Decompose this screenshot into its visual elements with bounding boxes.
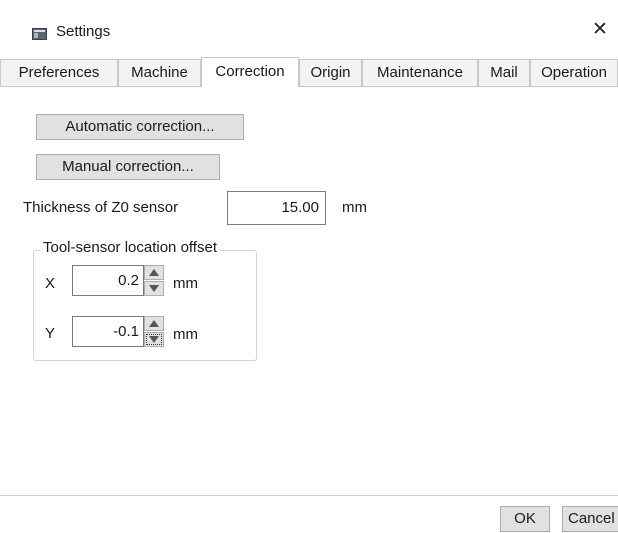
x-increment-button[interactable] [144, 265, 164, 280]
tab-mail[interactable]: Mail [478, 59, 530, 86]
tab-origin[interactable]: Origin [299, 59, 362, 86]
tab-machine[interactable]: Machine [118, 59, 201, 86]
y-increment-button[interactable] [144, 316, 164, 331]
x-offset-spinner [144, 265, 164, 296]
x-offset-field[interactable]: 0.2 [72, 265, 144, 296]
manual-correction-button[interactable]: Manual correction... [36, 154, 220, 180]
arrow-down-icon [149, 285, 159, 292]
close-icon[interactable]: ✕ [592, 15, 618, 45]
y-unit: mm [173, 326, 198, 343]
arrow-up-icon [149, 320, 159, 327]
ok-button[interactable]: OK [500, 506, 550, 532]
settings-window-icon [32, 28, 47, 40]
tab-maintenance[interactable]: Maintenance [362, 59, 478, 86]
x-unit: mm [173, 275, 198, 292]
window-title: Settings [56, 23, 111, 40]
thickness-unit: mm [342, 199, 367, 216]
tab-pane-border [0, 86, 618, 87]
thickness-label: Thickness of Z0 sensor [23, 199, 179, 216]
title-bar: Settings ✕ [0, 0, 618, 52]
arrow-up-icon [149, 269, 159, 276]
footer-divider [0, 495, 618, 496]
settings-dialog: Settings ✕ Preferences Machine Correctio… [0, 0, 618, 533]
tab-preferences[interactable]: Preferences [0, 59, 118, 86]
tab-correction[interactable]: Correction [201, 57, 299, 87]
arrow-down-icon [149, 336, 159, 343]
offset-group-title: Tool-sensor location offset [40, 239, 220, 256]
cancel-button[interactable]: Cancel [562, 506, 618, 532]
x-label: X [45, 275, 56, 292]
tab-operation[interactable]: Operation [530, 59, 618, 86]
y-offset-spinner [144, 316, 164, 347]
y-decrement-button[interactable] [144, 332, 164, 347]
y-offset-field[interactable]: -0.1 [72, 316, 144, 347]
x-decrement-button[interactable] [144, 281, 164, 296]
tab-strip: Preferences Machine Correction Origin Ma… [0, 57, 618, 87]
thickness-field[interactable]: 15.00 [227, 191, 326, 225]
automatic-correction-button[interactable]: Automatic correction... [36, 114, 244, 140]
y-label: Y [45, 325, 56, 342]
